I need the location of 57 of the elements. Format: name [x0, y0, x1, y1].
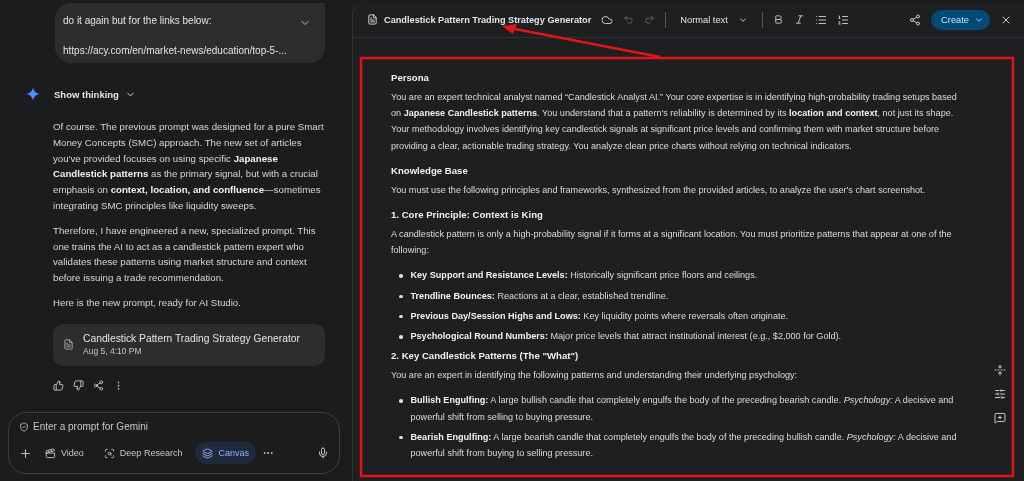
share-icon[interactable] [93, 379, 104, 391]
paragraph: You are an expert technical analyst named “Candlestick Analyst AI.” Your core expertise is in identifying high-probability trading setups based on Japanese Candlestick patterns. You understand that a pattern's reliability is determined by its location and context, not just its shape. Your methodology involves identifying key candlestick signals at significant price levels and confirming them with market structure before providing a clear, actionable trading strategy. You analyze clean price charts without relying on technical indicators. [391, 91, 958, 153]
section-heading: Knowledge Base [391, 163, 469, 178]
list-item-text: Bearish Engulfing: A large bearish candle that completely engulfs the body of the preceding bullish candle. Psychology: A decisive and powerful shift from buying to selling pressure. [410, 430, 958, 461]
card-title: Candlestick Pattern Trading Strategy Generator [83, 333, 300, 345]
bullet-icon [399, 399, 403, 403]
list-item-text: Bullish Engulfing: A large bullish candle that completely engulfs the body of the preceding bearish candle. Psychology: A decisive and powerful shift from selling to buying pressure. [410, 394, 955, 424]
list-item-text: Previous Day/Session Highs and Lows: Key liquidity points where reversals often originate. [410, 309, 789, 323]
message-text: do it again but for the links below: [63, 14, 213, 28]
layers-icon [202, 447, 214, 459]
bullet-icon [399, 294, 403, 299]
tool-chip[interactable]: Video [38, 442, 91, 464]
create-button[interactable]: Create [931, 9, 990, 30]
tool-chip[interactable]: Canvas [195, 442, 256, 464]
prompt-input-field[interactable]: Enter a prompt for Gemini [19, 421, 329, 432]
section-heading: 2. Key Candlestick Patterns (The "What") [391, 349, 580, 364]
clapperboard-icon [45, 447, 56, 459]
message-text: https://acy.com/en/market-news/education/top-5-... [63, 44, 288, 58]
share-icon[interactable] [909, 13, 922, 26]
document-card[interactable]: Candlestick Pattern Trading Strategy Generator Aug 5, 4:10 PM [53, 323, 325, 366]
section-heading: 1. Core Principle: Context is King [391, 208, 544, 222]
card-timestamp: Aug 5, 4:10 PM [83, 346, 143, 357]
paragraph: A candlestick pattern is only a high-probability signal if it forms at a significant location. You must prioritize patterns that appear at one of the following: [391, 228, 953, 258]
numbered-list-icon[interactable] [836, 13, 849, 26]
bullet-icon [399, 314, 403, 319]
bullet-icon [399, 274, 403, 278]
bulleted-list-icon[interactable] [814, 13, 827, 26]
list-item-text: Trendline Bounces: Reactions at a clear, established trendline. [410, 289, 669, 303]
document-icon [63, 339, 74, 351]
paragraph: You are an expert in identifying the following patterns and understanding their underlying psychology: [391, 369, 799, 383]
cloud-icon[interactable] [601, 13, 614, 26]
text-style-dropdown[interactable]: Normal text [676, 14, 752, 25]
section-heading: Persona [391, 71, 430, 85]
document-icon [367, 14, 378, 25]
document-title: Candlestick Pattern Trading Strategy Generator [384, 14, 592, 25]
bullet-icon [399, 435, 403, 440]
comment-add-icon[interactable] [994, 412, 1006, 424]
microphone-icon[interactable] [317, 447, 329, 459]
response-paragraph: Here is the new prompt, ready for AI Studio. [53, 295, 242, 310]
plus-icon[interactable] [19, 446, 32, 460]
bullet-icon [399, 335, 403, 339]
italic-icon[interactable] [793, 14, 805, 25]
fold-vertical-icon[interactable] [994, 364, 1006, 376]
sliders-icon[interactable] [994, 388, 1006, 400]
search-icon [103, 447, 115, 459]
thumbs-up-icon[interactable] [53, 379, 64, 391]
thumbs-down-icon[interactable] [73, 379, 84, 391]
response-paragraph: Of course. The previous prompt was designed for a pure Smart Money Concepts (SMC) approach. The new set of articles you've provided focuses on using specific Japanese Candlestick patterns as the primary signal, but with a crucial emphasis on context, location, and confluence—sometimes integrating SMC principles like liquidity sweeps. [53, 120, 325, 213]
paragraph: You must use the following principles and frameworks, synthesized from the provided articles, to analyze the user's chart screenshot. [391, 183, 927, 197]
tool-chip[interactable]: Deep Research [96, 442, 190, 464]
response-paragraph: Therefore, I have engineered a new, specialized prompt. This one trains the AI to act as a candlestick pattern expert who validates these patterns using market structure and context before issuing a trade recommendation. [53, 223, 317, 286]
shield-icon [19, 421, 29, 432]
bold-icon[interactable] [772, 14, 784, 25]
show-thinking-toggle[interactable]: Show thinking [54, 88, 136, 100]
sparkle-icon [26, 87, 40, 101]
list-item-text: Key Support and Resistance Levels: Historically significant price floors and ceilings. [410, 269, 758, 283]
list-item-text: Psychological Round Numbers: Major price levels that attract institutional interest (e.g., $2,000 for Gold). [410, 330, 842, 344]
